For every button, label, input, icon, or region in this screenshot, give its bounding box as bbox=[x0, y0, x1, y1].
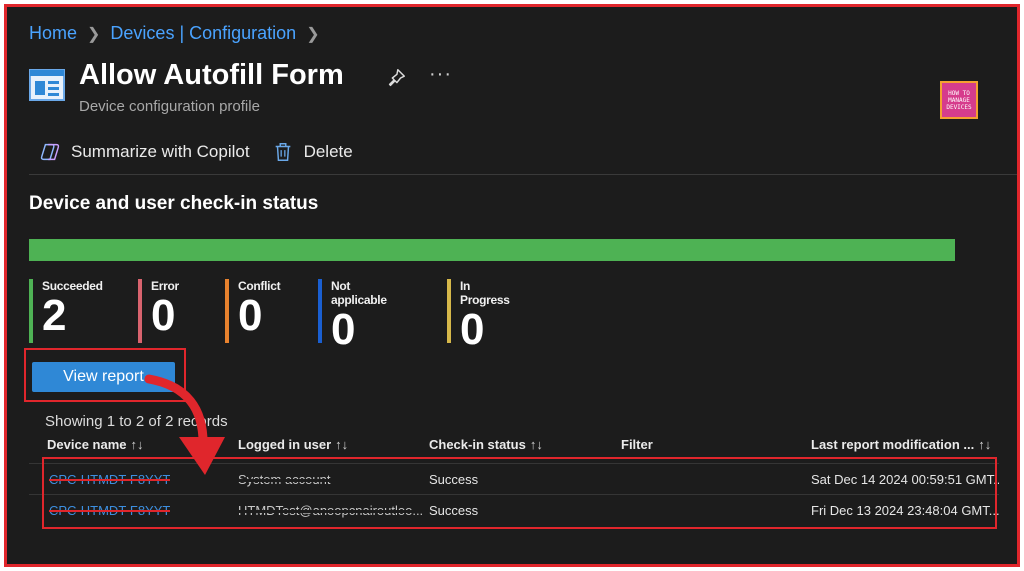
stat-error[interactable]: Error 0 bbox=[138, 279, 179, 343]
logo-line: DEVICES bbox=[946, 103, 972, 111]
trash-icon bbox=[275, 143, 290, 161]
section-title: Device and user check-in status bbox=[29, 193, 319, 214]
portal-frame: Home ❯ Devices | Configuration ❯ Allow A… bbox=[4, 4, 1020, 567]
configuration-profile-icon bbox=[29, 69, 65, 101]
chevron-right-icon: ❯ bbox=[306, 25, 320, 43]
page-subtitle: Device configuration profile bbox=[79, 98, 260, 115]
delete-label: Delete bbox=[303, 142, 353, 161]
breadcrumb-home[interactable]: Home bbox=[29, 23, 77, 44]
stat-succeeded[interactable]: Succeeded 2 bbox=[29, 279, 103, 343]
sort-icon[interactable]: ↑↓ bbox=[530, 437, 543, 452]
column-label: Logged in user bbox=[238, 437, 332, 452]
breadcrumb: Home ❯ Devices | Configuration ❯ bbox=[29, 23, 320, 44]
copilot-icon bbox=[40, 143, 60, 161]
stat-label: In Progress bbox=[460, 279, 510, 307]
column-label: Device name bbox=[47, 437, 127, 452]
page-title: Allow Autofill Form bbox=[79, 59, 344, 91]
stat-value: 0 bbox=[460, 305, 485, 354]
column-logged-in-user[interactable]: Logged in user ↑↓ bbox=[238, 437, 348, 452]
chevron-right-icon: ❯ bbox=[87, 25, 101, 43]
stat-label: Not applicable bbox=[331, 279, 387, 307]
logo-line: MANAGE bbox=[948, 96, 970, 104]
sort-icon[interactable]: ↑↓ bbox=[978, 437, 991, 452]
column-filter[interactable]: Filter bbox=[621, 437, 653, 452]
stat-in-progress[interactable]: In Progress 0 bbox=[447, 279, 510, 353]
breadcrumb-devices[interactable]: Devices | Configuration bbox=[110, 23, 296, 44]
check-in-status-bar bbox=[29, 239, 955, 261]
stat-value: 0 bbox=[331, 305, 356, 354]
column-check-in-status[interactable]: Check-in status ↑↓ bbox=[429, 437, 543, 452]
stat-value: 2 bbox=[42, 291, 67, 340]
column-label: Last report modification ... bbox=[811, 437, 975, 452]
stat-not-applicable[interactable]: Not applicable 0 bbox=[318, 279, 387, 353]
stat-value: 0 bbox=[151, 291, 176, 340]
delete-button[interactable]: Delete bbox=[272, 141, 353, 163]
copilot-label: Summarize with Copilot bbox=[71, 142, 250, 161]
summarize-copilot-button[interactable]: Summarize with Copilot bbox=[39, 141, 250, 163]
logo-line: HOW TO bbox=[948, 89, 970, 97]
sort-icon[interactable]: ↑↓ bbox=[335, 437, 348, 452]
more-options-icon[interactable]: ··· bbox=[429, 63, 452, 86]
htmd-logo: HOW TO MANAGE DEVICES bbox=[940, 81, 978, 119]
pin-icon[interactable] bbox=[385, 67, 407, 89]
divider bbox=[29, 174, 1017, 175]
column-last-report[interactable]: Last report modification ... ↑↓ bbox=[811, 437, 991, 452]
column-label: Check-in status bbox=[429, 437, 526, 452]
succeeded-fill bbox=[29, 239, 955, 261]
column-label: Filter bbox=[621, 437, 653, 452]
annotation-arrow-icon bbox=[144, 374, 225, 475]
command-bar: Summarize with Copilot Delete bbox=[39, 141, 375, 163]
stat-value: 0 bbox=[238, 291, 263, 340]
stat-conflict[interactable]: Conflict 0 bbox=[225, 279, 281, 343]
